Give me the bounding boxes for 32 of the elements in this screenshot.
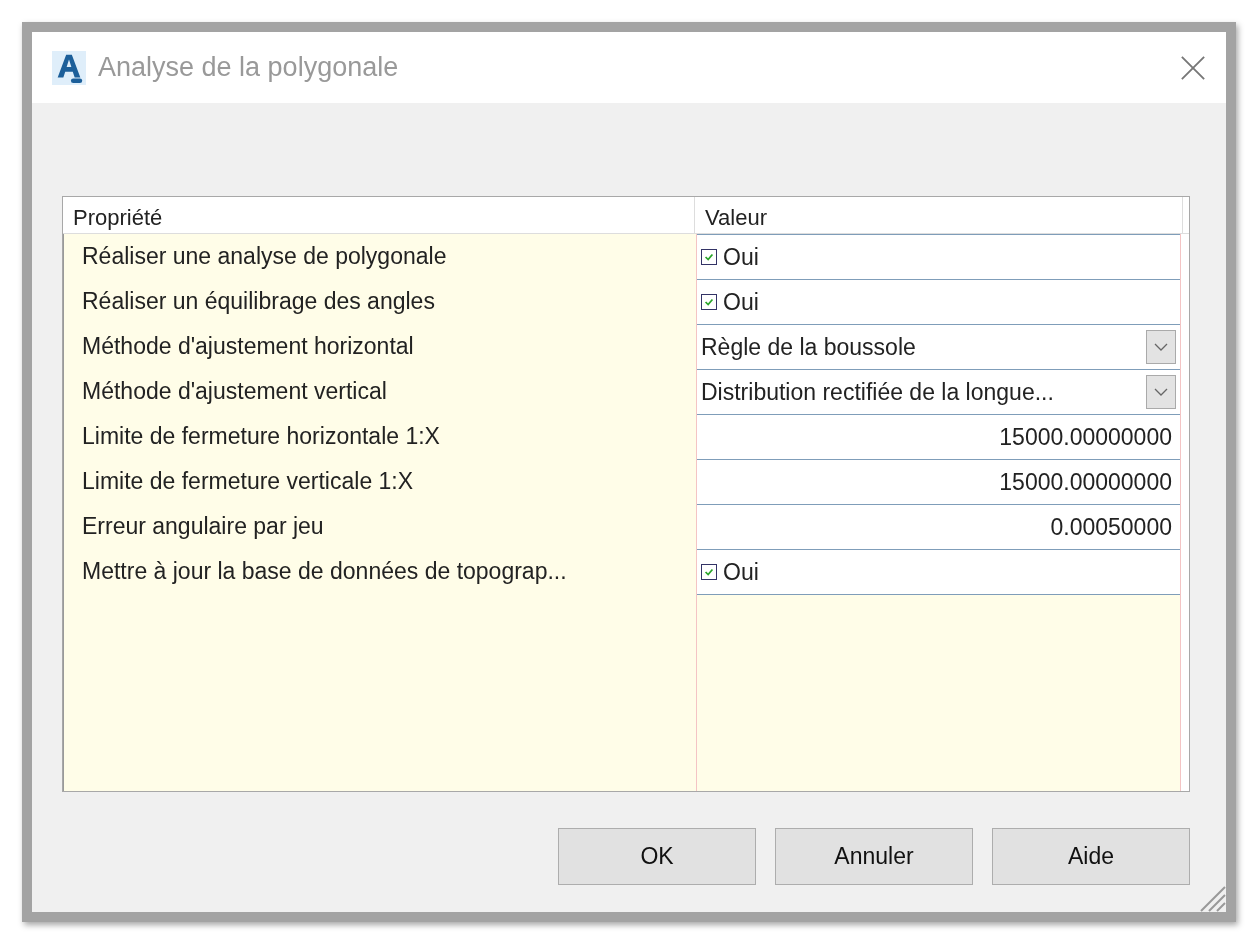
chevron-down-icon: [1154, 388, 1168, 396]
checkbox[interactable]: [701, 564, 717, 580]
value-text: Distribution rectifiée de la longue...: [701, 378, 1055, 406]
chevron-down-icon: [1154, 343, 1168, 351]
property-label: Erreur angulaire par jeu: [81, 512, 325, 541]
property-label: Mettre à jour la base de données de topograp...: [81, 557, 568, 586]
column-header: Propriété: [63, 197, 695, 233]
checkmark-icon: [703, 251, 715, 263]
value-text: Oui: [723, 288, 760, 316]
property-label: Limite de fermeture verticale 1:X: [81, 467, 415, 496]
property-label: Réaliser un équilibrage des angles: [81, 287, 436, 316]
close-icon[interactable]: [1180, 54, 1206, 81]
value-text: 15000.00000000: [998, 468, 1173, 496]
value-text: Règle de la boussole: [701, 333, 917, 361]
checkmark-icon: [703, 566, 715, 578]
checkmark-icon: [703, 296, 715, 308]
property-label: Méthode d'ajustement vertical: [81, 377, 388, 406]
checkbox[interactable]: [701, 249, 717, 265]
property-label: Limite de fermeture horizontale 1:X: [81, 422, 441, 451]
value-text: Oui: [723, 558, 760, 586]
property-label: Réaliser une analyse de polygonale: [81, 242, 448, 271]
value-text: Oui: [723, 243, 760, 271]
checkbox[interactable]: [701, 294, 717, 310]
app-logo-icon: [52, 50, 86, 85]
column-header: Valeur: [695, 197, 1183, 233]
value-text: 15000.00000000: [998, 423, 1173, 451]
value-text: 0.00050000: [1049, 513, 1173, 541]
property-label: Méthode d'ajustement horizontal: [81, 332, 415, 361]
window-title: Analyse de la polygonale: [98, 52, 400, 83]
dialog-button[interactable]: Aide: [992, 828, 1190, 885]
dialog-button[interactable]: OK: [558, 828, 756, 885]
dialog-button[interactable]: Annuler: [775, 828, 973, 885]
